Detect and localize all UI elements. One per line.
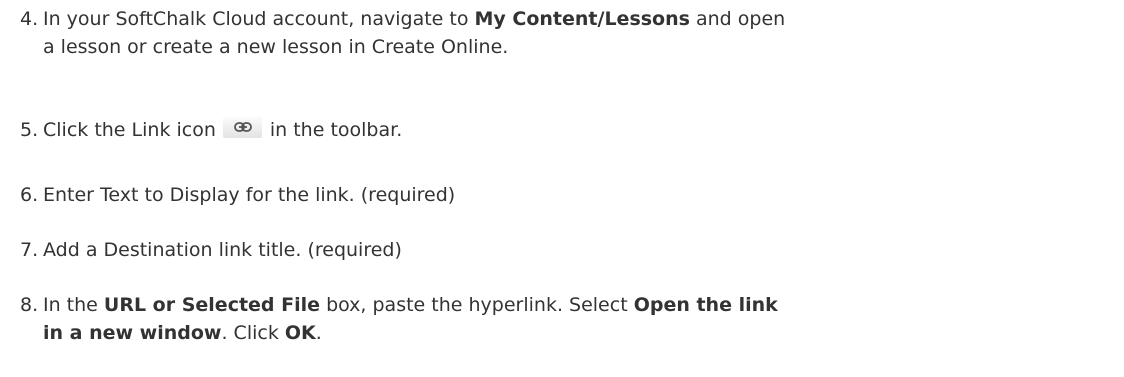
step-number: 8. — [20, 294, 39, 316]
link-icon-glyph — [233, 122, 252, 132]
step-number: 4. — [20, 8, 39, 30]
bold-term: URL or Selected File — [103, 294, 321, 316]
step-7: 7. Add a Destination link title. (requir… — [0, 236, 1110, 264]
step-8: 8. In the URL or Selected File box, past… — [0, 291, 1110, 347]
step-text: In your SoftChalk Cloud account, navigat… — [43, 8, 786, 58]
bold-term: Open the link — [633, 294, 778, 316]
bold-term: OK — [284, 322, 316, 344]
step-6: 6. Enter Text to Display for the link. (… — [0, 181, 1110, 209]
link-icon — [222, 117, 262, 138]
step-4: 4. In your SoftChalk Cloud account, navi… — [0, 5, 1110, 61]
step-number: 5. — [20, 119, 39, 141]
instruction-steps: 4. In your SoftChalk Cloud account, navi… — [0, 0, 1124, 377]
step-5: 5. Click the Link icon in the toolbar. — [0, 116, 1110, 144]
step-text: Enter Text to Display for the link. (req… — [43, 184, 456, 206]
step-number: 7. — [20, 239, 39, 261]
bold-term: My Content/Lessons — [474, 8, 690, 30]
bold-term: in a new window — [43, 322, 222, 344]
step-number: 6. — [20, 184, 39, 206]
step-text: In the URL or Selected File box, paste t… — [43, 294, 778, 344]
step-text: Click the Link icon in the toolbar. — [43, 117, 403, 141]
step-text: Add a Destination link title. (required) — [43, 239, 402, 261]
